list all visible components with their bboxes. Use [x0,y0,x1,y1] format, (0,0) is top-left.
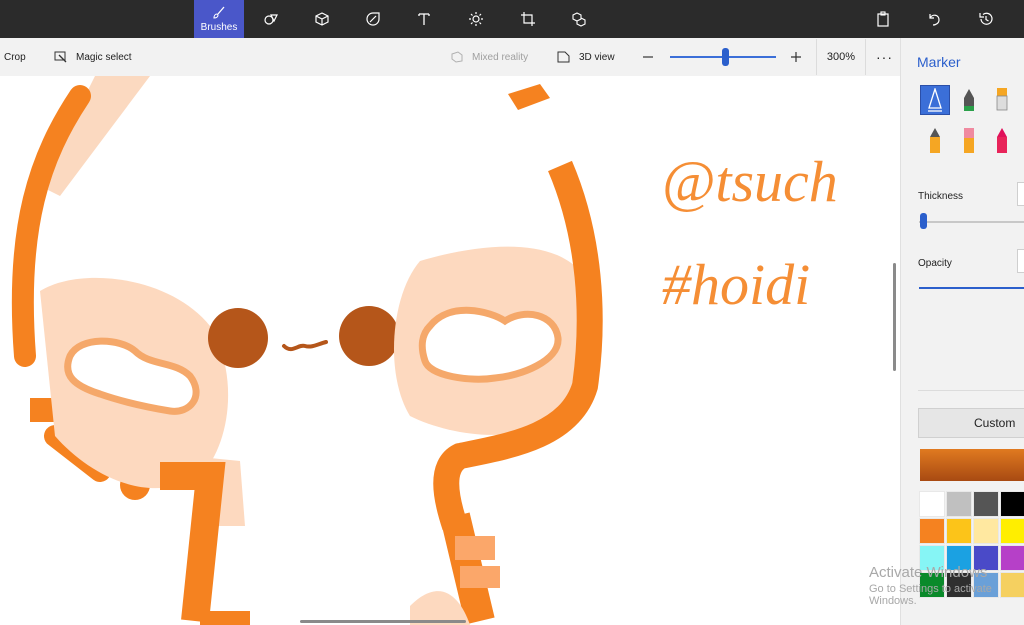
panel-divider [918,390,1024,391]
canvas-tool[interactable] [503,0,553,38]
3d-view-icon [557,51,570,63]
zoom-in-button[interactable] [790,38,810,76]
magic-select-icon [54,51,67,63]
thickness-slider-thumb[interactable] [920,213,927,229]
cube-icon [315,12,329,26]
canvas-text-line1: @tsuch [662,149,838,214]
custom-color-button[interactable]: Custom [918,408,1024,438]
3d-view-button[interactable]: 3D view [557,38,615,76]
pencil-brush[interactable] [920,126,950,156]
undo-button[interactable] [909,0,959,38]
thickness-value-box[interactable] [1017,182,1024,206]
zoom-slider-thumb[interactable] [722,48,730,66]
color-swatch[interactable] [973,491,999,517]
3d-library-tool[interactable] [554,0,604,38]
pencil-icon [930,128,940,153]
canvas-text-line2: #hoidi [662,252,810,317]
calligraphy-pen-brush[interactable] [920,85,950,115]
paste-icon [877,11,889,27]
fountain-pen-icon [964,89,974,111]
shapes-icon [264,14,278,25]
activation-watermark: Activate Windows Go to Settings to activ… [869,564,1024,607]
panel-title: Marker [917,54,961,70]
3d-view-label: 3D view [579,51,615,63]
color-swatch[interactable] [1000,491,1024,517]
horizontal-scrollbar[interactable] [300,620,466,623]
marker-brush[interactable] [987,85,1017,115]
brush-icon [213,6,225,19]
color-swatch[interactable] [1000,518,1024,544]
mixed-reality-icon [451,51,463,63]
2d-shapes-tool[interactable] [246,0,296,38]
history-button[interactable] [961,0,1011,38]
history-icon [979,12,993,25]
plus-icon [791,52,801,62]
zoom-level[interactable]: 300% [816,39,866,75]
magic-select-label: Magic select [76,51,132,63]
color-swatch[interactable] [919,491,945,517]
mixed-reality-button[interactable]: Mixed reality [450,38,528,76]
brushes-label: Brushes [200,22,238,33]
top-toolbar: Brushes [0,0,1024,38]
thickness-label: Thickness [918,191,964,202]
eraser-icon [964,128,974,153]
brush-panel: Marker Thickness Opacity Custom [900,38,1024,625]
more-options-button[interactable]: ··· [876,38,893,76]
opacity-slider-track[interactable] [919,287,1024,289]
crayon-icon [997,128,1007,153]
crop-label: Crop [4,51,26,63]
crayon-brush[interactable] [987,126,1017,156]
effects-tool[interactable] [451,0,501,38]
paste-button[interactable] [858,0,908,38]
more-options-icon: ··· [876,49,893,65]
thickness-slider-track[interactable] [919,221,1024,223]
color-swatch[interactable] [919,518,945,544]
3d-library-icon [572,12,586,27]
opacity-value-box[interactable] [1017,249,1024,273]
zoom-value: 300% [826,51,856,63]
custom-label: Custom [974,416,1016,430]
watermark-title: Activate Windows [869,564,988,581]
opacity-label: Opacity [918,258,952,269]
crop-button[interactable]: Crop [4,38,26,76]
calligraphy-pen-icon [928,88,942,112]
ink-pen-brush[interactable] [954,85,984,115]
color-swatch[interactable] [946,518,972,544]
text-tool[interactable] [399,0,449,38]
artwork: @tsuch #hoidi [11,76,838,625]
mixed-reality-label: Mixed reality [472,51,529,63]
magic-select-button[interactable]: Magic select [54,38,132,76]
zoom-out-button[interactable] [642,38,662,76]
undo-icon [929,14,940,26]
minus-icon [643,56,653,58]
effects-icon [469,12,483,26]
canvas-icon [521,12,535,26]
current-color-swatch [920,449,1024,481]
marker-icon [996,88,1008,111]
sticker-icon [366,12,380,26]
color-swatch[interactable] [946,491,972,517]
vertical-scrollbar[interactable] [893,263,896,371]
drawing-canvas[interactable]: @tsuch #hoidi [0,76,900,625]
eraser-brush[interactable] [954,126,984,156]
watermark-subtitle: Go to Settings to activate Windows. [869,583,992,607]
3d-shapes-tool[interactable] [297,0,347,38]
stickers-tool[interactable] [348,0,398,38]
text-icon [418,13,430,25]
brushes-tool[interactable]: Brushes [194,0,244,38]
color-swatch[interactable] [973,518,999,544]
